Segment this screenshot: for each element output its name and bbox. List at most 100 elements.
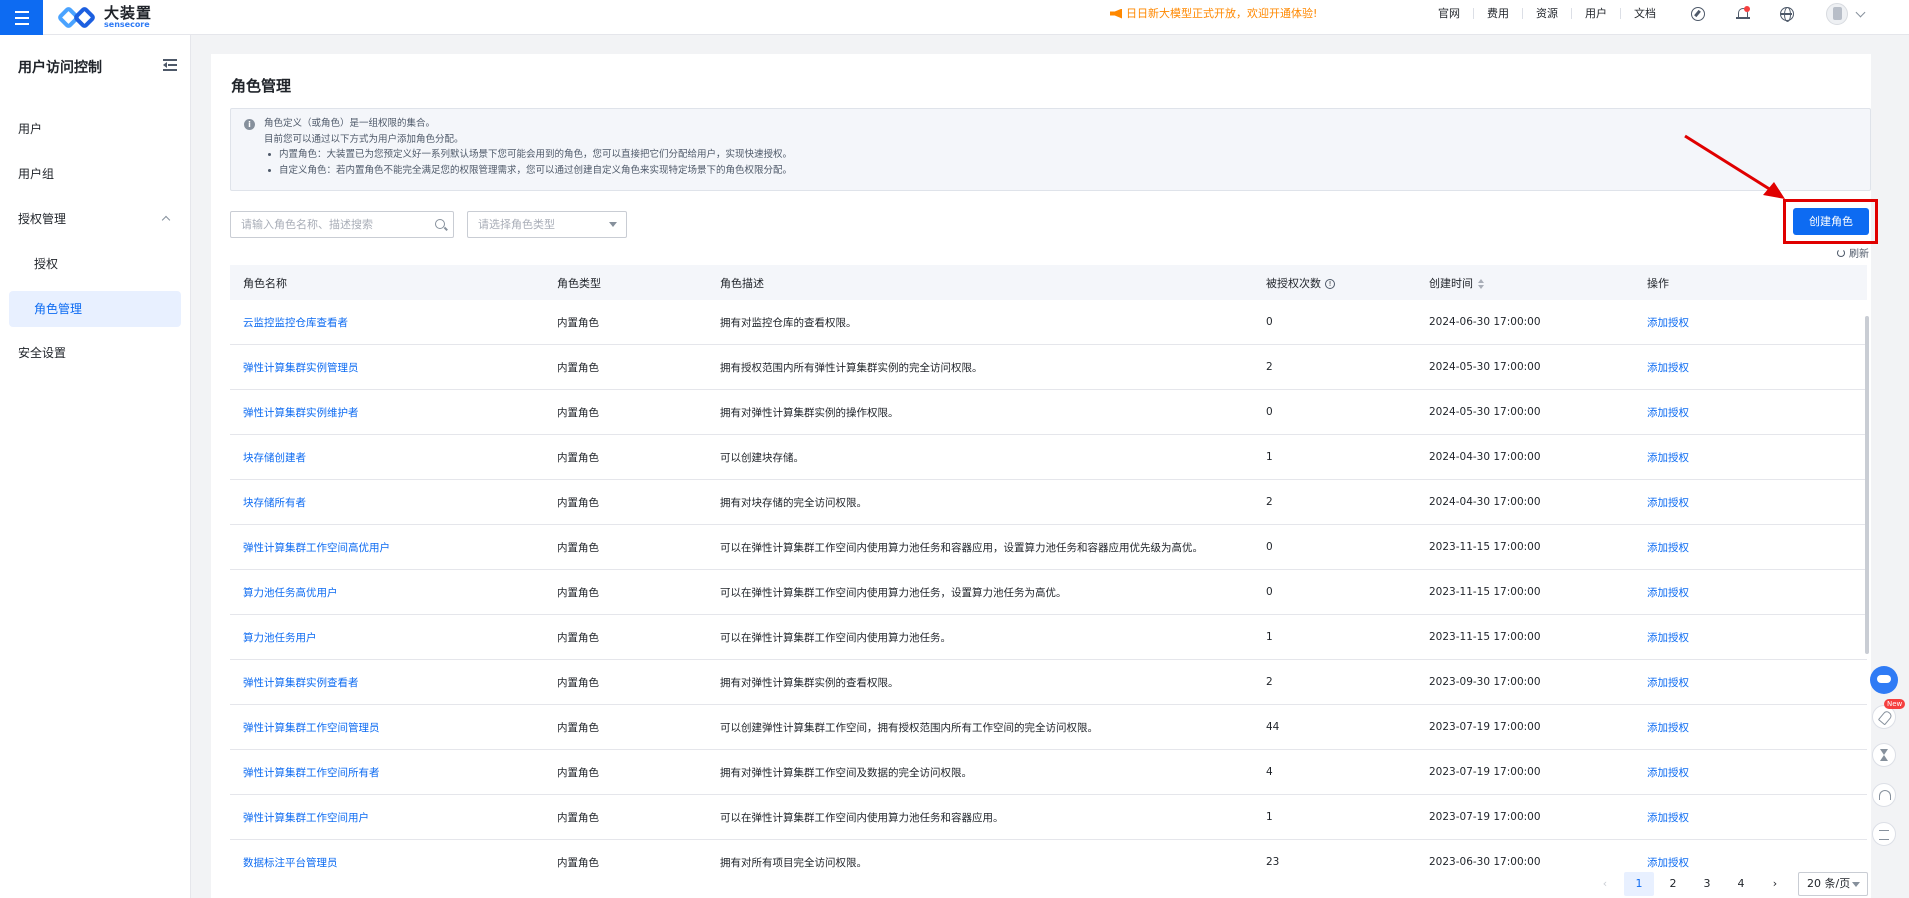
table-row: 块存储所有者 内置角色 拥有对块存储的完全访问权限。 2 2024-04-30 … [230,480,1867,525]
grant-count: 0 [1266,586,1273,598]
nav-official-site[interactable]: 官网 [1425,8,1474,19]
sidebar-item-security-settings[interactable]: 安全设置 [9,335,181,371]
table-row: 弹性计算集群实例查看者 内置角色 拥有对弹性计算集群实例的查看权限。 2 202… [230,660,1867,705]
add-authorization-link[interactable]: 添加授权 [1647,675,1867,690]
role-type: 内置角色 [557,811,599,824]
add-authorization-link[interactable]: 添加授权 [1647,540,1867,555]
page-3-button[interactable]: 3 [1692,872,1722,896]
nav-users[interactable]: 用户 [1572,8,1621,19]
bell-icon[interactable] [1736,6,1750,21]
sidebar-item-authorization[interactable]: 授权 [9,246,181,282]
created-time: 2023-07-19 17:00:00 [1429,766,1541,778]
globe-icon[interactable] [1780,7,1794,22]
table-row: 数据标注平台管理员 内置角色 拥有对所有项目完全访问权限。 23 2023-06… [230,840,1867,874]
role-name-link[interactable]: 数据标注平台管理员 [230,855,557,870]
role-type-select[interactable]: 请选择角色类型 [467,211,627,238]
sort-icon[interactable] [1478,278,1484,289]
add-authorization-link[interactable]: 添加授权 [1647,450,1867,465]
add-authorization-link[interactable]: 添加授权 [1647,765,1867,780]
page-1-button[interactable]: 1 [1624,872,1654,896]
add-authorization-link[interactable]: 添加授权 [1647,720,1867,735]
role-name-link[interactable]: 弹性计算集群工作空间管理员 [230,720,557,735]
grant-count: 1 [1266,451,1273,463]
table-scrollbar[interactable] [1865,316,1869,654]
page-4-button[interactable]: 4 [1726,872,1756,896]
role-description: 拥有对弹性计算集群工作空间及数据的完全访问权限。 [720,766,972,779]
info-bullet-builtin: 内置角色：大装置已为您预定义好一系列默认场景下您可能会用到的角色，您可以直接把它… [264,147,1858,163]
role-type: 内置角色 [557,631,599,644]
grant-count: 2 [1266,496,1273,508]
hourglass-icon[interactable] [1872,743,1896,767]
avatar[interactable] [1826,3,1848,25]
role-type: 内置角色 [557,316,599,329]
add-authorization-link[interactable]: 添加授权 [1647,630,1867,645]
logo[interactable]: 大装置 sensecore [56,4,152,31]
created-time: 2024-04-30 17:00:00 [1429,496,1541,508]
nav-resources[interactable]: 资源 [1523,8,1572,19]
role-description: 拥有对弹性计算集群实例的操作权限。 [720,406,899,419]
created-time: 2023-11-15 17:00:00 [1429,541,1541,553]
top-bar: 大装置 sensecore 日日新大模型正式开放，欢迎开通体验! 官网 费用 资… [0,0,1909,35]
column-header-grant-count-label: 被授权次数 [1266,276,1321,290]
column-header-actions: 操作 [1647,276,1669,290]
role-name-link[interactable]: 弹性计算集群实例查看者 [230,675,557,690]
add-authorization-link[interactable]: 添加授权 [1647,855,1867,870]
announcement-link[interactable]: 日日新大模型正式开放，欢迎开通体验! [1110,0,1317,27]
role-name-link[interactable]: 算力池任务高优用户 [230,585,557,600]
created-time: 2023-06-30 17:00:00 [1429,856,1541,868]
assistant-bot-icon[interactable] [1870,666,1898,694]
chevron-down-icon [1852,882,1860,887]
add-authorization-link[interactable]: 添加授权 [1647,360,1867,375]
role-name-link[interactable]: 块存储创建者 [230,450,557,465]
refresh-button[interactable]: 刷新 [1837,245,1869,260]
role-name-link[interactable]: 弹性计算集群实例维护者 [230,405,557,420]
role-name-link[interactable]: 云监控监控仓库查看者 [230,315,557,330]
chevron-down-icon[interactable] [1855,7,1866,18]
role-name-link[interactable]: 算力池任务用户 [230,630,557,645]
logo-icon [56,4,98,30]
sidebar-item-role-management[interactable]: 角色管理 [9,291,181,327]
headset-icon[interactable] [1872,783,1896,807]
nav-docs[interactable]: 文档 [1621,8,1669,19]
table-row: 弹性计算集群工作空间高优用户 内置角色 可以在弹性计算集群工作空间内使用算力池任… [230,525,1867,570]
next-page-button[interactable]: › [1760,872,1790,896]
role-type: 内置角色 [557,541,599,554]
main-content: 角色管理 i 角色定义（或角色）是一组权限的集合。 目前您可以通过以下方式为用户… [211,54,1878,898]
collapse-sidebar-icon[interactable] [163,59,177,71]
role-type: 内置角色 [557,766,599,779]
role-name-link[interactable]: 弹性计算集群实例管理员 [230,360,557,375]
create-role-button[interactable]: 创建角色 [1793,208,1869,235]
add-authorization-link[interactable]: 添加授权 [1647,495,1867,510]
page-size-value: 20 条/页 [1807,877,1851,890]
role-name-link[interactable]: 块存储所有者 [230,495,557,510]
menu-collapse-icon[interactable] [1872,822,1896,846]
add-authorization-link[interactable]: 添加授权 [1647,810,1867,825]
sidebar-item-label: 角色管理 [34,302,83,316]
pagination: ‹ 1 2 3 4 › 20 条/页 [1590,872,1868,896]
nav-billing[interactable]: 费用 [1474,8,1523,19]
created-time: 2024-04-30 17:00:00 [1429,451,1541,463]
sidebar-item-users[interactable]: 用户 [9,111,181,147]
sidebar-item-user-groups[interactable]: 用户组 [9,156,181,192]
add-authorization-link[interactable]: 添加授权 [1647,405,1867,420]
table-header: 角色名称 角色类型 角色描述 被授权次数! 创建时间 操作 [230,265,1867,300]
menu-icon[interactable] [0,0,43,35]
created-time: 2024-06-30 17:00:00 [1429,316,1541,328]
compass-icon[interactable] [1691,7,1705,21]
sidebar-item-authorization-management[interactable]: 授权管理 [9,201,181,237]
help-icon[interactable]: ! [1325,278,1335,289]
role-name-link[interactable]: 弹性计算集群工作空间所有者 [230,765,557,780]
search-input[interactable] [231,212,421,237]
search-icon[interactable] [435,219,445,229]
role-name-link[interactable]: 弹性计算集群工作空间用户 [230,810,557,825]
role-description: 拥有对监控仓库的查看权限。 [720,316,857,329]
role-name-link[interactable]: 弹性计算集群工作空间高优用户 [230,540,557,555]
prev-page-button[interactable]: ‹ [1590,872,1620,896]
page-2-button[interactable]: 2 [1658,872,1688,896]
add-authorization-link[interactable]: 添加授权 [1647,315,1867,330]
page-size-select[interactable]: 20 条/页 [1798,872,1868,896]
role-type: 内置角色 [557,856,599,869]
table-row: 算力池任务高优用户 内置角色 可以在弹性计算集群工作空间内使用算力池任务，设置算… [230,570,1867,615]
role-type: 内置角色 [557,676,599,689]
add-authorization-link[interactable]: 添加授权 [1647,585,1867,600]
